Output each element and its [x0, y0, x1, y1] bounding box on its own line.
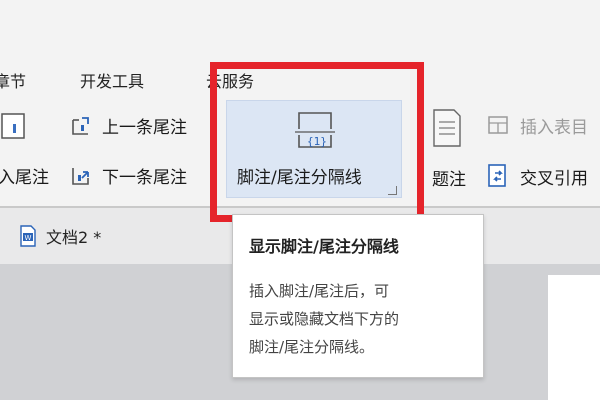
insert-endnote-icon-partial[interactable]	[0, 110, 30, 140]
tooltip-title: 显示脚注/尾注分隔线	[249, 237, 399, 256]
cross-reference-label: 交叉引用	[520, 168, 588, 189]
tooltip-line-2: 显示或隐藏文档下方的	[249, 310, 400, 328]
insert-table-caption-label: 插入表目	[520, 118, 588, 138]
caption-button[interactable]: 题注	[432, 165, 466, 190]
next-endnote-icon	[72, 167, 89, 185]
next-endnote-label: 下一条尾注	[102, 168, 187, 188]
tooltip-line-3: 脚注/尾注分隔线。	[249, 338, 375, 356]
tooltip-body: 插入脚注/尾注后，可 显示或隐藏文档下方的 脚注/尾注分隔线。	[249, 277, 399, 361]
document-tab-title: 文档2 *	[46, 228, 102, 247]
prev-endnote-icon	[72, 116, 89, 135]
insert-table-caption-button[interactable]: 插入表目	[486, 113, 588, 138]
prev-endnote-button[interactable]: 上一条尾注	[70, 113, 187, 138]
insert-table-icon	[488, 115, 508, 134]
tooltip: 显示脚注/尾注分隔线 插入脚注/尾注后，可 显示或隐藏文档下方的 脚注/尾注分隔…	[232, 214, 484, 378]
svg-text:W: W	[25, 234, 32, 242]
cross-reference-icon	[488, 164, 506, 187]
prev-endnote-label: 上一条尾注	[102, 118, 187, 138]
document-page-edge	[548, 275, 600, 400]
menu-developer-tools[interactable]: 开发工具	[80, 68, 144, 92]
insert-endnote-button[interactable]: 入尾注	[0, 163, 49, 188]
endnote-icon	[1, 113, 25, 139]
highlight-box	[210, 62, 424, 222]
cross-reference-button[interactable]: 交叉引用	[486, 163, 588, 189]
caption-label: 题注	[432, 170, 466, 190]
insert-endnote-label: 入尾注	[0, 168, 49, 188]
word-doc-icon: W	[20, 225, 36, 247]
tooltip-line-1: 插入脚注/尾注后，可	[249, 282, 390, 300]
next-endnote-button[interactable]: 下一条尾注	[70, 163, 187, 188]
caption-icon-button[interactable]	[430, 108, 464, 148]
document-tab[interactable]: W 文档2 *	[0, 208, 225, 264]
caption-doc-icon	[433, 109, 461, 147]
menu-chapter[interactable]: 章节	[0, 68, 26, 92]
